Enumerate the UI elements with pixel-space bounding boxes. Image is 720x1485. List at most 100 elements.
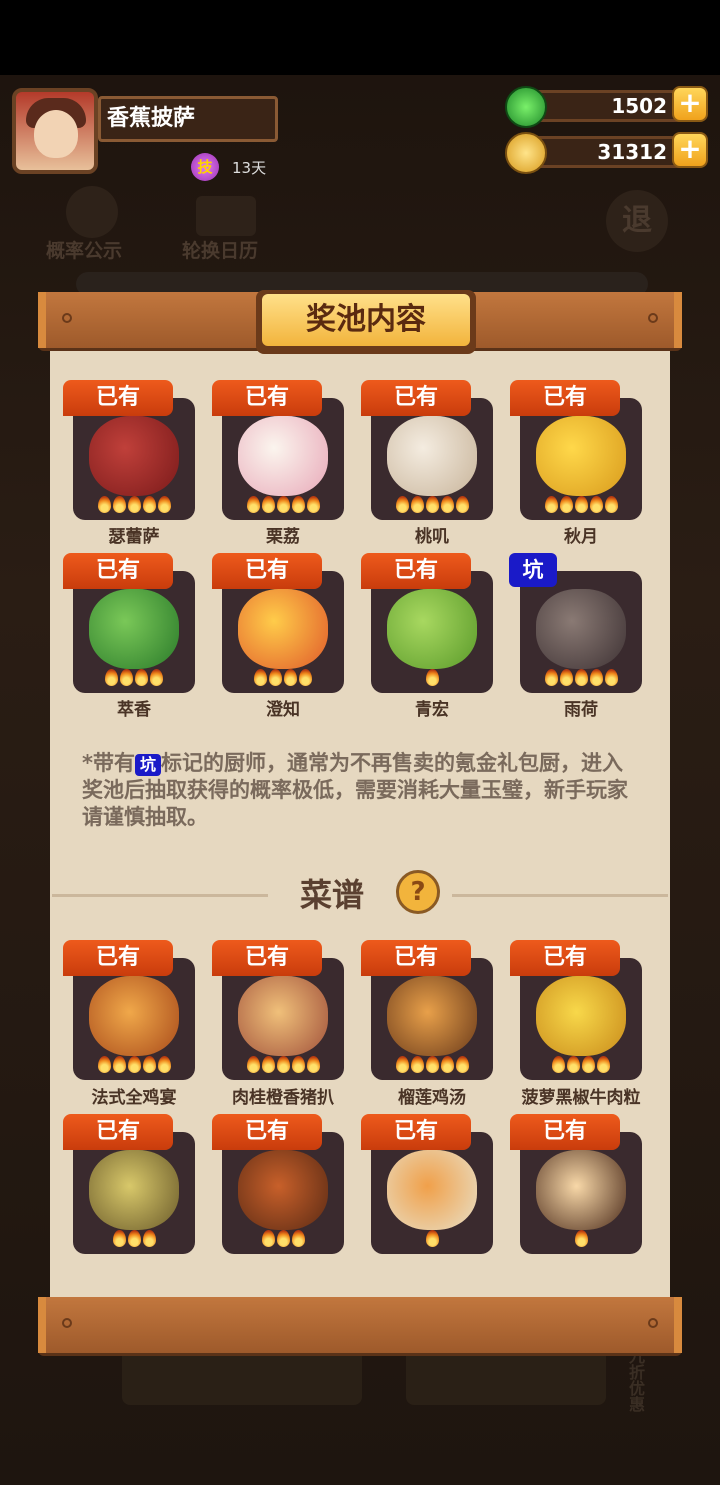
recipe-image (387, 1150, 477, 1230)
exit-icon: 退 (606, 190, 668, 252)
chef-portrait (89, 589, 179, 669)
pit-notice: *带有坑标记的厨师，通常为不再售卖的氪金礼包厨，进入奖池后抽取获得的概率极低，需… (82, 750, 642, 831)
add-jade-button[interactable]: + (672, 86, 708, 122)
owned-tag: 已有 (361, 1114, 471, 1150)
chef-card[interactable] (371, 571, 493, 693)
chef-card[interactable] (520, 571, 642, 693)
owned-tag: 已有 (361, 553, 471, 589)
star-rating (222, 669, 344, 689)
nail-icon (648, 313, 658, 323)
recipe-card[interactable] (73, 958, 195, 1080)
probability-icon (66, 186, 118, 238)
recipe-image (89, 1150, 179, 1230)
recipe-image (238, 976, 328, 1056)
owned-tag: 已有 (361, 380, 471, 416)
chef-name: 栗荔 (266, 527, 300, 547)
chef-name: 雨荷 (564, 700, 598, 720)
player-name: 香蕉披萨 (98, 96, 278, 142)
owned-tag: 已有 (212, 1114, 322, 1150)
notice-prefix: *带有 (82, 751, 135, 775)
chef-name: 萃香 (117, 700, 151, 720)
owned-tag: 已有 (510, 940, 620, 976)
owned-tag: 已有 (63, 380, 173, 416)
panel-bottom-board (38, 1297, 682, 1353)
player-avatar[interactable] (12, 88, 98, 174)
recipe-card[interactable] (371, 958, 493, 1080)
chef-card[interactable] (222, 571, 344, 693)
section-divider-left (52, 894, 268, 897)
nail-icon (648, 1318, 658, 1328)
recipe-name: 榴莲鸡汤 (398, 1088, 466, 1108)
chef-portrait (238, 416, 328, 496)
recipe-image (89, 976, 179, 1056)
chef-name: 青宏 (415, 700, 449, 720)
status-bar-area (0, 0, 720, 75)
chef-portrait (89, 416, 179, 496)
recipe-card[interactable] (222, 1132, 344, 1254)
nail-icon (62, 313, 72, 323)
chef-card[interactable] (520, 398, 642, 520)
owned-tag: 已有 (212, 940, 322, 976)
recipe-card[interactable] (222, 958, 344, 1080)
star-rating (371, 1056, 493, 1076)
owned-tag: 已有 (212, 380, 322, 416)
chef-name: 秋月 (564, 527, 598, 547)
discount-label: 九折优惠 (626, 1348, 645, 1412)
jade-icon (505, 86, 547, 128)
board-edge (674, 1297, 682, 1353)
chef-name: 桃叽 (415, 527, 449, 547)
recipe-image (536, 976, 626, 1056)
owned-tag: 已有 (63, 940, 173, 976)
coin-icon (505, 132, 547, 174)
avatar-face (34, 110, 78, 158)
recipe-image (238, 1150, 328, 1230)
recipe-name: 法式全鸡宴 (91, 1088, 177, 1108)
star-rating (520, 496, 642, 516)
add-coins-button[interactable]: + (672, 132, 708, 168)
panel-title-plaque: 奖池内容 (256, 290, 476, 354)
star-rating (371, 669, 493, 689)
board-edge (38, 292, 46, 348)
chef-portrait (387, 416, 477, 496)
chef-card[interactable] (73, 398, 195, 520)
star-rating (520, 669, 642, 689)
chef-card[interactable] (222, 398, 344, 520)
star-rating (73, 1230, 195, 1250)
recipe-card[interactable] (371, 1132, 493, 1254)
recipe-card[interactable] (73, 1132, 195, 1254)
notice-text: 标记的厨师，通常为不再售卖的氪金礼包厨，进入奖池后抽取获得的概率极低，需要消耗大… (82, 751, 628, 829)
owned-tag: 已有 (510, 1114, 620, 1150)
star-rating (73, 1056, 195, 1076)
chef-name: 瑟蕾萨 (108, 527, 160, 547)
chef-portrait (238, 589, 328, 669)
star-rating (371, 1230, 493, 1250)
chef-name: 澄知 (266, 700, 300, 720)
star-rating (73, 496, 195, 516)
owned-tag: 已有 (63, 1114, 173, 1150)
chef-card[interactable] (73, 571, 195, 693)
chef-portrait-locked (536, 589, 626, 669)
skill-badge-icon: 技 (191, 153, 219, 181)
owned-tag: 已有 (510, 380, 620, 416)
calendar-label: 轮换日历 (182, 240, 259, 262)
calendar-icon (196, 196, 256, 236)
nail-icon (62, 1318, 72, 1328)
recipe-name: 菠萝黑椒牛肉粒 (521, 1088, 641, 1108)
background-draw-ten-button (406, 1345, 606, 1405)
recipes-section-title: 菜谱 (300, 876, 365, 914)
recipe-card[interactable] (520, 1132, 642, 1254)
panel-title: 奖池内容 (262, 294, 470, 346)
probability-label: 概率公示 (46, 240, 123, 262)
star-rating (222, 496, 344, 516)
recipe-card[interactable] (520, 958, 642, 1080)
pit-inline-tag: 坑 (134, 754, 161, 776)
help-icon[interactable]: ? (396, 870, 440, 914)
section-divider-right (452, 894, 668, 897)
days-counter: 13天 (232, 159, 267, 177)
recipe-name: 肉桂橙香猪扒 (232, 1088, 334, 1108)
recipe-image (387, 976, 477, 1056)
star-rating (222, 1230, 344, 1250)
background-draw-one-button (122, 1345, 362, 1405)
chef-card[interactable] (371, 398, 493, 520)
star-rating (371, 496, 493, 516)
